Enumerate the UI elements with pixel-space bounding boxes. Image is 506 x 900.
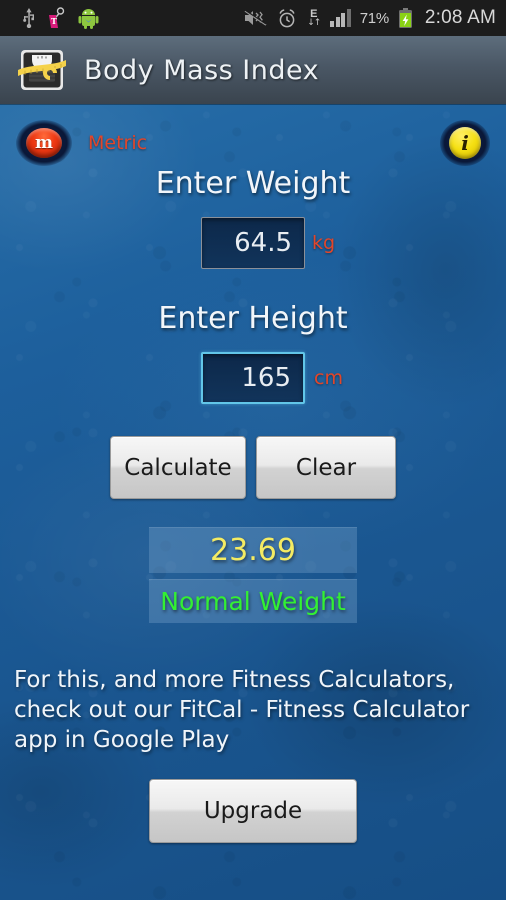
clock-label: 2:08 AM — [424, 7, 496, 28]
weight-unit-label: kg — [312, 232, 336, 254]
battery-charging-icon — [398, 7, 413, 29]
svg-text:T: T — [51, 16, 57, 26]
alarm-clock-icon — [277, 8, 297, 29]
edge-arrows: ↓↑ — [307, 18, 321, 28]
top-controls-row: m Metric i — [0, 114, 506, 172]
unit-mode-label: Metric — [88, 132, 148, 154]
action-button-row: Calculate Clear — [0, 436, 506, 499]
info-button[interactable]: i — [440, 120, 490, 166]
battery-percent-label: 71% — [359, 9, 389, 27]
bmi-value-panel: 23.69 — [149, 527, 357, 573]
weight-input[interactable] — [201, 217, 305, 269]
promo-text: For this, and more Fitness Calculators, … — [14, 667, 470, 753]
status-bar-left-icons: T — [22, 6, 99, 30]
calculate-button[interactable]: Calculate — [110, 436, 246, 499]
height-input[interactable] — [201, 352, 305, 404]
edge-data-icon: E ↓↑ — [306, 8, 321, 29]
clear-button[interactable]: Clear — [256, 436, 396, 499]
page-title: Body Mass Index — [84, 54, 320, 86]
signal-bars-icon — [330, 9, 351, 27]
info-icon: i — [449, 127, 481, 159]
height-input-row: cm — [0, 352, 506, 404]
height-label: Enter Height — [158, 301, 348, 336]
status-bar-right-icons: E ↓↑ 71% 2:08 AM — [244, 7, 496, 29]
status-bar: T E ↓↑ 71% 2:08 AM — [0, 0, 506, 36]
bmi-category: Normal Weight — [160, 587, 346, 616]
bathroom-scale-icon — [16, 44, 68, 96]
mute-vibrate-off-icon — [244, 9, 268, 27]
weight-input-row: kg — [0, 217, 506, 269]
result-section: 23.69 Normal Weight — [0, 527, 506, 623]
title-bar: Body Mass Index — [0, 36, 506, 104]
bmi-value: 23.69 — [210, 533, 296, 568]
main-content: m Metric i Enter Weight kg Enter Height … — [0, 104, 506, 900]
upgrade-button-row: Upgrade — [0, 779, 506, 843]
upgrade-button[interactable]: Upgrade — [149, 779, 357, 843]
usb-icon — [22, 8, 36, 28]
app-screen: T E ↓↑ 71% 2:08 AM Body Mass Index m Met… — [0, 0, 506, 900]
android-robot-icon — [78, 8, 99, 29]
bmi-category-panel: Normal Weight — [149, 579, 357, 623]
height-unit-label: cm — [314, 367, 343, 389]
unit-toggle-button[interactable]: m — [16, 120, 72, 166]
tmobile-tag-icon: T — [47, 6, 67, 30]
metric-glyph: m — [26, 128, 62, 158]
